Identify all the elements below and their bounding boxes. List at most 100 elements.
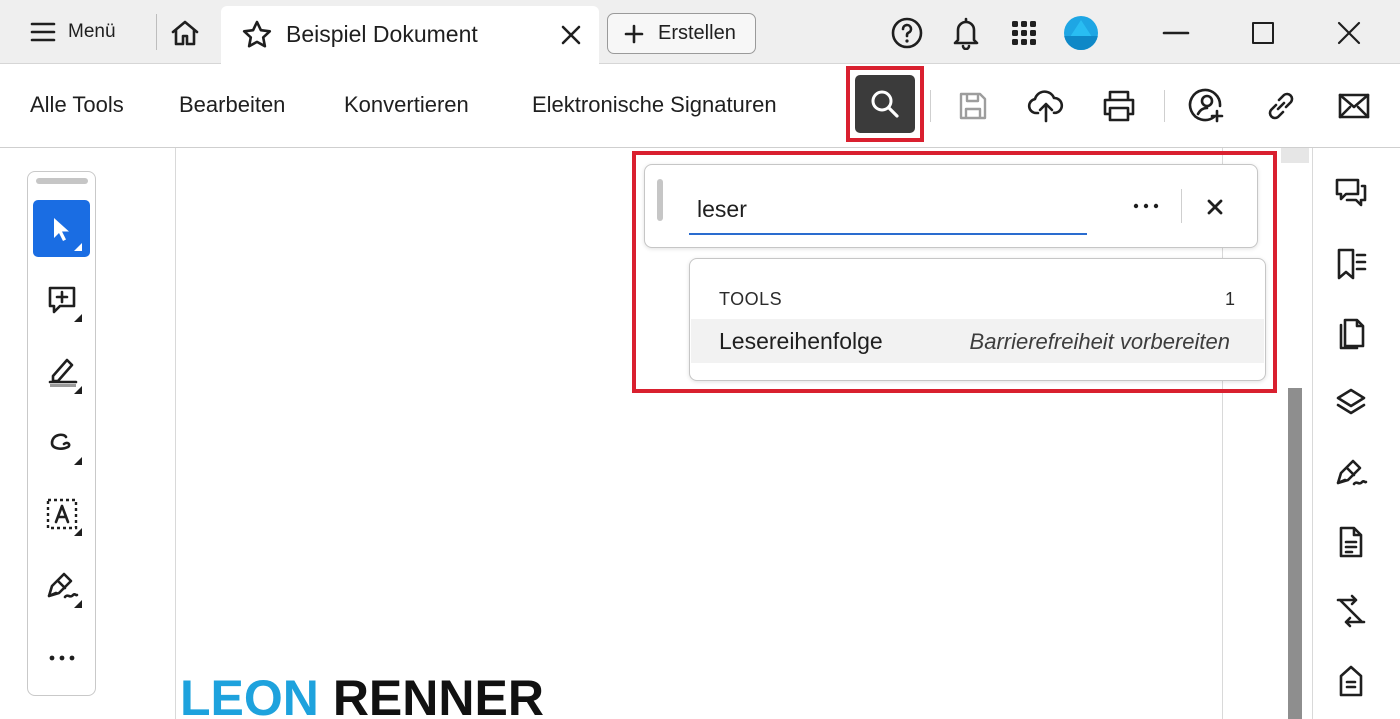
document-tab[interactable]: Beispiel Dokument xyxy=(221,6,599,64)
draw-tool[interactable] xyxy=(33,415,90,471)
search-close-button[interactable] xyxy=(1201,193,1229,221)
comments-icon xyxy=(1335,178,1367,207)
sign-icon xyxy=(1336,459,1368,486)
minimize-button[interactable] xyxy=(1157,14,1195,52)
result-item[interactable]: Lesereihenfolge Barrierefreiheit vorbere… xyxy=(691,319,1264,363)
help-circle-icon xyxy=(891,17,923,49)
title-divider xyxy=(156,14,157,50)
brand-first: LEON xyxy=(180,670,319,719)
comments-button[interactable] xyxy=(1330,172,1372,214)
freehand-draw-icon xyxy=(50,433,70,450)
sign-pen-icon xyxy=(47,572,78,599)
apps-grid-icon xyxy=(1012,21,1036,45)
submenu-indicator xyxy=(74,314,82,322)
vertical-scrollbar[interactable] xyxy=(1288,388,1302,719)
share-user-icon xyxy=(1188,88,1224,123)
add-comment-icon xyxy=(48,286,75,314)
more-tools-button[interactable] xyxy=(33,630,90,686)
apps-button[interactable] xyxy=(1005,14,1043,52)
mail-icon xyxy=(1338,93,1370,119)
nav-all-tools[interactable]: Alle Tools xyxy=(30,92,124,118)
toolbar-divider xyxy=(930,90,931,122)
select-tool[interactable] xyxy=(33,200,90,257)
save-button[interactable] xyxy=(953,86,993,126)
window-close-button[interactable] xyxy=(1330,14,1368,52)
compare-icon xyxy=(1336,594,1366,628)
submenu-indicator xyxy=(74,243,82,251)
star-icon[interactable] xyxy=(241,19,273,51)
highlight-tool[interactable] xyxy=(33,344,90,400)
brand-watermark: LEON RENNER xyxy=(180,670,544,719)
document-button[interactable] xyxy=(1330,521,1372,563)
left-tool-panel xyxy=(27,171,96,696)
share-button[interactable] xyxy=(1187,86,1227,126)
search-divider xyxy=(1181,189,1182,223)
layers-icon xyxy=(1336,388,1366,415)
search-icon xyxy=(871,90,899,118)
nav-e-signatures[interactable]: Elektronische Signaturen xyxy=(532,92,777,118)
sign-tool[interactable] xyxy=(33,558,90,614)
more-horizontal-icon xyxy=(1133,203,1159,209)
document-icon xyxy=(1339,526,1363,558)
scrollbar-arrow[interactable] xyxy=(1281,148,1309,163)
result-category: Barrierefreiheit vorbereiten xyxy=(969,329,1230,354)
cloud-upload-icon xyxy=(1027,90,1064,123)
link-icon xyxy=(1268,92,1294,120)
search-results: TOOLS 1 Lesereihenfolge Barrierefreiheit… xyxy=(689,258,1266,381)
search-more-button[interactable] xyxy=(1130,193,1162,219)
results-section-header: TOOLS xyxy=(719,289,783,309)
create-button[interactable]: Erstellen xyxy=(607,13,756,54)
notifications-button[interactable] xyxy=(947,14,985,52)
pages-button[interactable] xyxy=(1330,312,1372,354)
plus-icon xyxy=(624,24,644,43)
compare-button[interactable] xyxy=(1330,590,1372,632)
search-drag-handle[interactable] xyxy=(657,179,663,221)
search-panel xyxy=(644,164,1258,248)
bookmark-icon xyxy=(1337,248,1367,280)
bell-icon xyxy=(953,17,979,50)
highlight-pen-icon xyxy=(48,358,77,387)
print-button[interactable] xyxy=(1099,86,1139,126)
maximize-icon xyxy=(1252,22,1274,44)
home-button[interactable] xyxy=(164,12,206,54)
email-button[interactable] xyxy=(1334,86,1374,126)
layers-button[interactable] xyxy=(1330,382,1372,424)
upload-button[interactable] xyxy=(1026,86,1066,126)
pages-icon xyxy=(1339,318,1365,350)
close-icon xyxy=(1207,199,1223,215)
menu-button[interactable]: Menü xyxy=(14,10,144,54)
text-box-icon xyxy=(46,498,77,530)
document-edge xyxy=(175,148,176,719)
right-panel-divider xyxy=(1312,148,1313,719)
menu-label: Menü xyxy=(68,21,116,42)
close-icon xyxy=(1337,21,1361,45)
result-name: Lesereihenfolge xyxy=(719,328,883,354)
create-label: Erstellen xyxy=(658,22,736,44)
avatar[interactable] xyxy=(1064,16,1098,50)
results-count: 1 xyxy=(1225,289,1236,309)
nav-edit[interactable]: Bearbeiten xyxy=(179,92,285,118)
attachments-button[interactable] xyxy=(1330,660,1372,702)
text-tool[interactable] xyxy=(33,486,90,542)
link-button[interactable] xyxy=(1261,86,1301,126)
search-button[interactable] xyxy=(855,75,915,133)
search-input[interactable] xyxy=(689,185,1087,235)
attachment-icon xyxy=(1339,665,1363,697)
submenu-indicator xyxy=(74,386,82,394)
bookmarks-button[interactable] xyxy=(1330,243,1372,285)
submenu-indicator xyxy=(74,457,82,465)
toolbar-divider xyxy=(1164,90,1165,122)
nav-convert[interactable]: Konvertieren xyxy=(344,92,469,118)
avatar-logo-icon xyxy=(1064,20,1098,50)
select-cursor-icon xyxy=(53,217,69,241)
comment-tool[interactable] xyxy=(33,272,90,328)
title-bar: Menü Beispiel Dokument Erstellen xyxy=(0,0,1400,64)
fill-sign-button[interactable] xyxy=(1330,452,1372,494)
maximize-button[interactable] xyxy=(1244,14,1282,52)
tab-close-icon[interactable] xyxy=(559,23,583,47)
help-button[interactable] xyxy=(888,14,926,52)
panel-drag-handle[interactable] xyxy=(36,178,88,184)
save-icon xyxy=(959,92,987,120)
main-toolbar: Alle Tools Bearbeiten Konvertieren Elekt… xyxy=(0,64,1400,148)
minimize-icon xyxy=(1162,31,1190,35)
